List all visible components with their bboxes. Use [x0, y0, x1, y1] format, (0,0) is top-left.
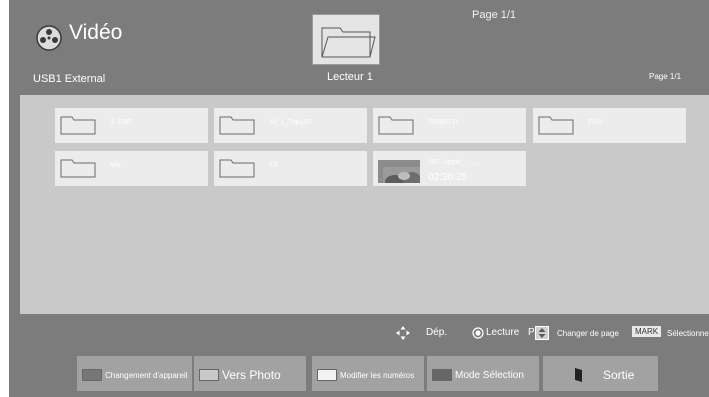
folder-item[interactable]: 20090711	[373, 108, 526, 143]
reader-label: Lecteur 1	[327, 71, 373, 83]
mark-key: MARK	[632, 326, 662, 337]
page-up-down-icon	[535, 326, 549, 340]
folder-icon	[312, 14, 380, 65]
button-label: Vers Photo	[222, 368, 281, 382]
edit-numbers-button[interactable]: Modifier les numéros	[312, 356, 424, 391]
page-indicator-top: Page 1/1	[472, 9, 517, 21]
folder-name: FHD	[588, 119, 603, 126]
folder-item[interactable]: 1. EMF	[55, 108, 208, 143]
color-key-swatch	[82, 369, 102, 381]
color-key-swatch	[199, 369, 219, 381]
folder-icon	[219, 116, 255, 135]
media-browser: Vidéo Page 1/1 USB1 External Lecteur 1 P…	[9, 0, 709, 397]
change-device-button[interactable]: Changement d'appareil	[77, 356, 192, 391]
navigation-arrows-icon	[396, 326, 410, 340]
color-key-swatch	[432, 369, 452, 381]
go-to-photo-button[interactable]: Vers Photo	[194, 356, 306, 391]
ok-button-icon	[472, 327, 484, 339]
legend-move: Dép.	[426, 327, 448, 338]
button-label: Changement d'appareil	[105, 371, 188, 380]
file-browser: 1. EMF 10_1_Top100 20090711 FHD MV TS 05…	[20, 95, 709, 314]
film-reel-icon	[36, 25, 62, 51]
folder-name: 10_1_Top100	[269, 119, 312, 126]
folder-item[interactable]: FHD	[533, 108, 686, 143]
folder-name: 1. EMF	[110, 119, 133, 126]
video-duration: 02:30:25	[428, 172, 467, 183]
page-title: Vidéo	[69, 21, 123, 44]
folder-icon	[219, 159, 255, 178]
button-label: Sortie	[603, 368, 635, 382]
device-label: USB1 External	[33, 73, 106, 85]
video-item[interactable]: 051. Apple_ ...... 02:30:25	[373, 151, 526, 186]
folder-name: MV	[110, 162, 121, 169]
legend-select: Sélectionner	[667, 329, 709, 338]
legend-change-page: Changer de page	[557, 329, 619, 338]
folder-item[interactable]: TS	[214, 151, 367, 186]
exit-button[interactable]: Sortie	[543, 356, 658, 391]
legend-play: Lecture	[486, 327, 520, 338]
folder-name: 20090711	[428, 119, 459, 126]
page-indicator: Page 1/1	[649, 72, 682, 81]
folder-item[interactable]: 10_1_Top100	[214, 108, 367, 143]
button-label: Modifier les numéros	[340, 371, 415, 380]
selection-mode-button[interactable]: Mode Sélection	[427, 356, 539, 391]
video-thumbnail	[378, 160, 420, 183]
folder-icon	[60, 159, 96, 178]
folder-icon	[60, 116, 96, 135]
button-label: Mode Sélection	[455, 370, 524, 381]
screen: Vidéo Page 1/1 USB1 External Lecteur 1 P…	[0, 0, 709, 397]
color-key-swatch	[317, 369, 337, 381]
folder-icon	[378, 116, 414, 135]
video-name: 051. Apple_ ......	[428, 159, 479, 166]
folder-item[interactable]: MV	[55, 151, 208, 186]
page-key: P	[528, 327, 535, 338]
exit-door-icon	[575, 368, 582, 382]
folder-icon	[538, 116, 574, 135]
folder-name: TS	[269, 162, 278, 169]
